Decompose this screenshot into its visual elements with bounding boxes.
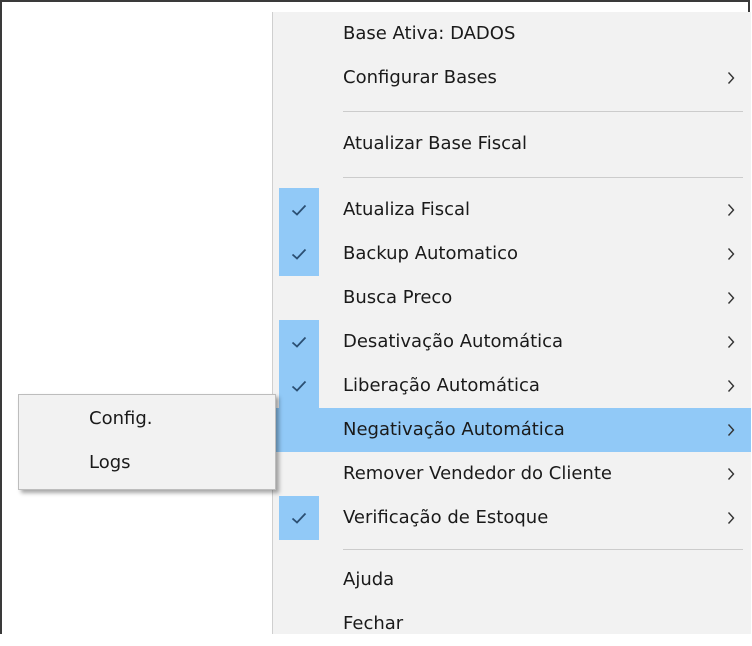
menu-item-label: Atualiza Fiscal [343, 199, 471, 220]
menu-separator [343, 177, 743, 178]
menu-item-label: Liberação Automática [343, 375, 540, 396]
menu-item-desativacao-automatica[interactable]: Desativação Automática [273, 320, 751, 364]
menu-item-verificacao-estoque[interactable]: Verificação de Estoque [273, 496, 751, 540]
chevron-right-icon [723, 320, 739, 364]
chevron-right-icon [723, 56, 739, 100]
menu-item-label: Remover Vendedor do Cliente [343, 463, 612, 484]
checkmark-icon [279, 188, 319, 232]
submenu-item-label: Config. [89, 408, 153, 429]
menu-item-negativacao-automatica[interactable]: Negativação Automática [273, 408, 751, 452]
context-menu: Base Ativa: DADOS Configurar Bases Atual… [272, 12, 751, 634]
menu-separator [343, 111, 743, 112]
menu-item-label: Desativação Automática [343, 331, 564, 352]
menu-item-atualizar-base-fiscal[interactable]: Atualizar Base Fiscal [273, 122, 751, 166]
menu-item-base-ativa[interactable]: Base Ativa: DADOS [273, 12, 751, 56]
chevron-right-icon [723, 408, 739, 452]
submenu-item-logs[interactable]: Logs [19, 441, 275, 485]
menu-item-ajuda[interactable]: Ajuda [273, 558, 751, 602]
submenu-item-label: Logs [89, 452, 131, 473]
menu-item-label: Ajuda [343, 569, 395, 590]
checkmark-icon [279, 232, 319, 276]
menu-item-label: Negativação Automática [343, 419, 565, 440]
checkmark-icon [279, 364, 319, 408]
menu-item-label: Atualizar Base Fiscal [343, 133, 527, 154]
menu-item-label: Busca Preco [343, 287, 453, 308]
menu-item-label: Backup Automatico [343, 243, 519, 264]
menu-item-label: Base Ativa: DADOS [343, 23, 516, 44]
chevron-right-icon [723, 232, 739, 276]
menu-item-label: Fechar [343, 613, 404, 634]
chevron-right-icon [723, 496, 739, 540]
menu-item-atualiza-fiscal[interactable]: Atualiza Fiscal [273, 188, 751, 232]
menu-item-configurar-bases[interactable]: Configurar Bases [273, 56, 751, 100]
chevron-right-icon [723, 364, 739, 408]
submenu-negativacao: Config. Logs [18, 394, 276, 490]
chevron-right-icon [723, 276, 739, 320]
menu-item-liberacao-automatica[interactable]: Liberação Automática [273, 364, 751, 408]
checkmark-icon [279, 320, 319, 364]
submenu-item-config[interactable]: Config. [19, 397, 275, 441]
chevron-right-icon [723, 188, 739, 232]
menu-item-busca-preco[interactable]: Busca Preco [273, 276, 751, 320]
menu-item-label: Verificação de Estoque [343, 507, 549, 528]
chevron-right-icon [723, 452, 739, 496]
menu-separator [343, 549, 743, 550]
checkmark-icon [279, 496, 319, 540]
menu-item-fechar[interactable]: Fechar [273, 602, 751, 646]
menu-item-remover-vendedor[interactable]: Remover Vendedor do Cliente [273, 452, 751, 496]
menu-item-backup-automatico[interactable]: Backup Automatico [273, 232, 751, 276]
menu-item-label: Configurar Bases [343, 67, 497, 88]
